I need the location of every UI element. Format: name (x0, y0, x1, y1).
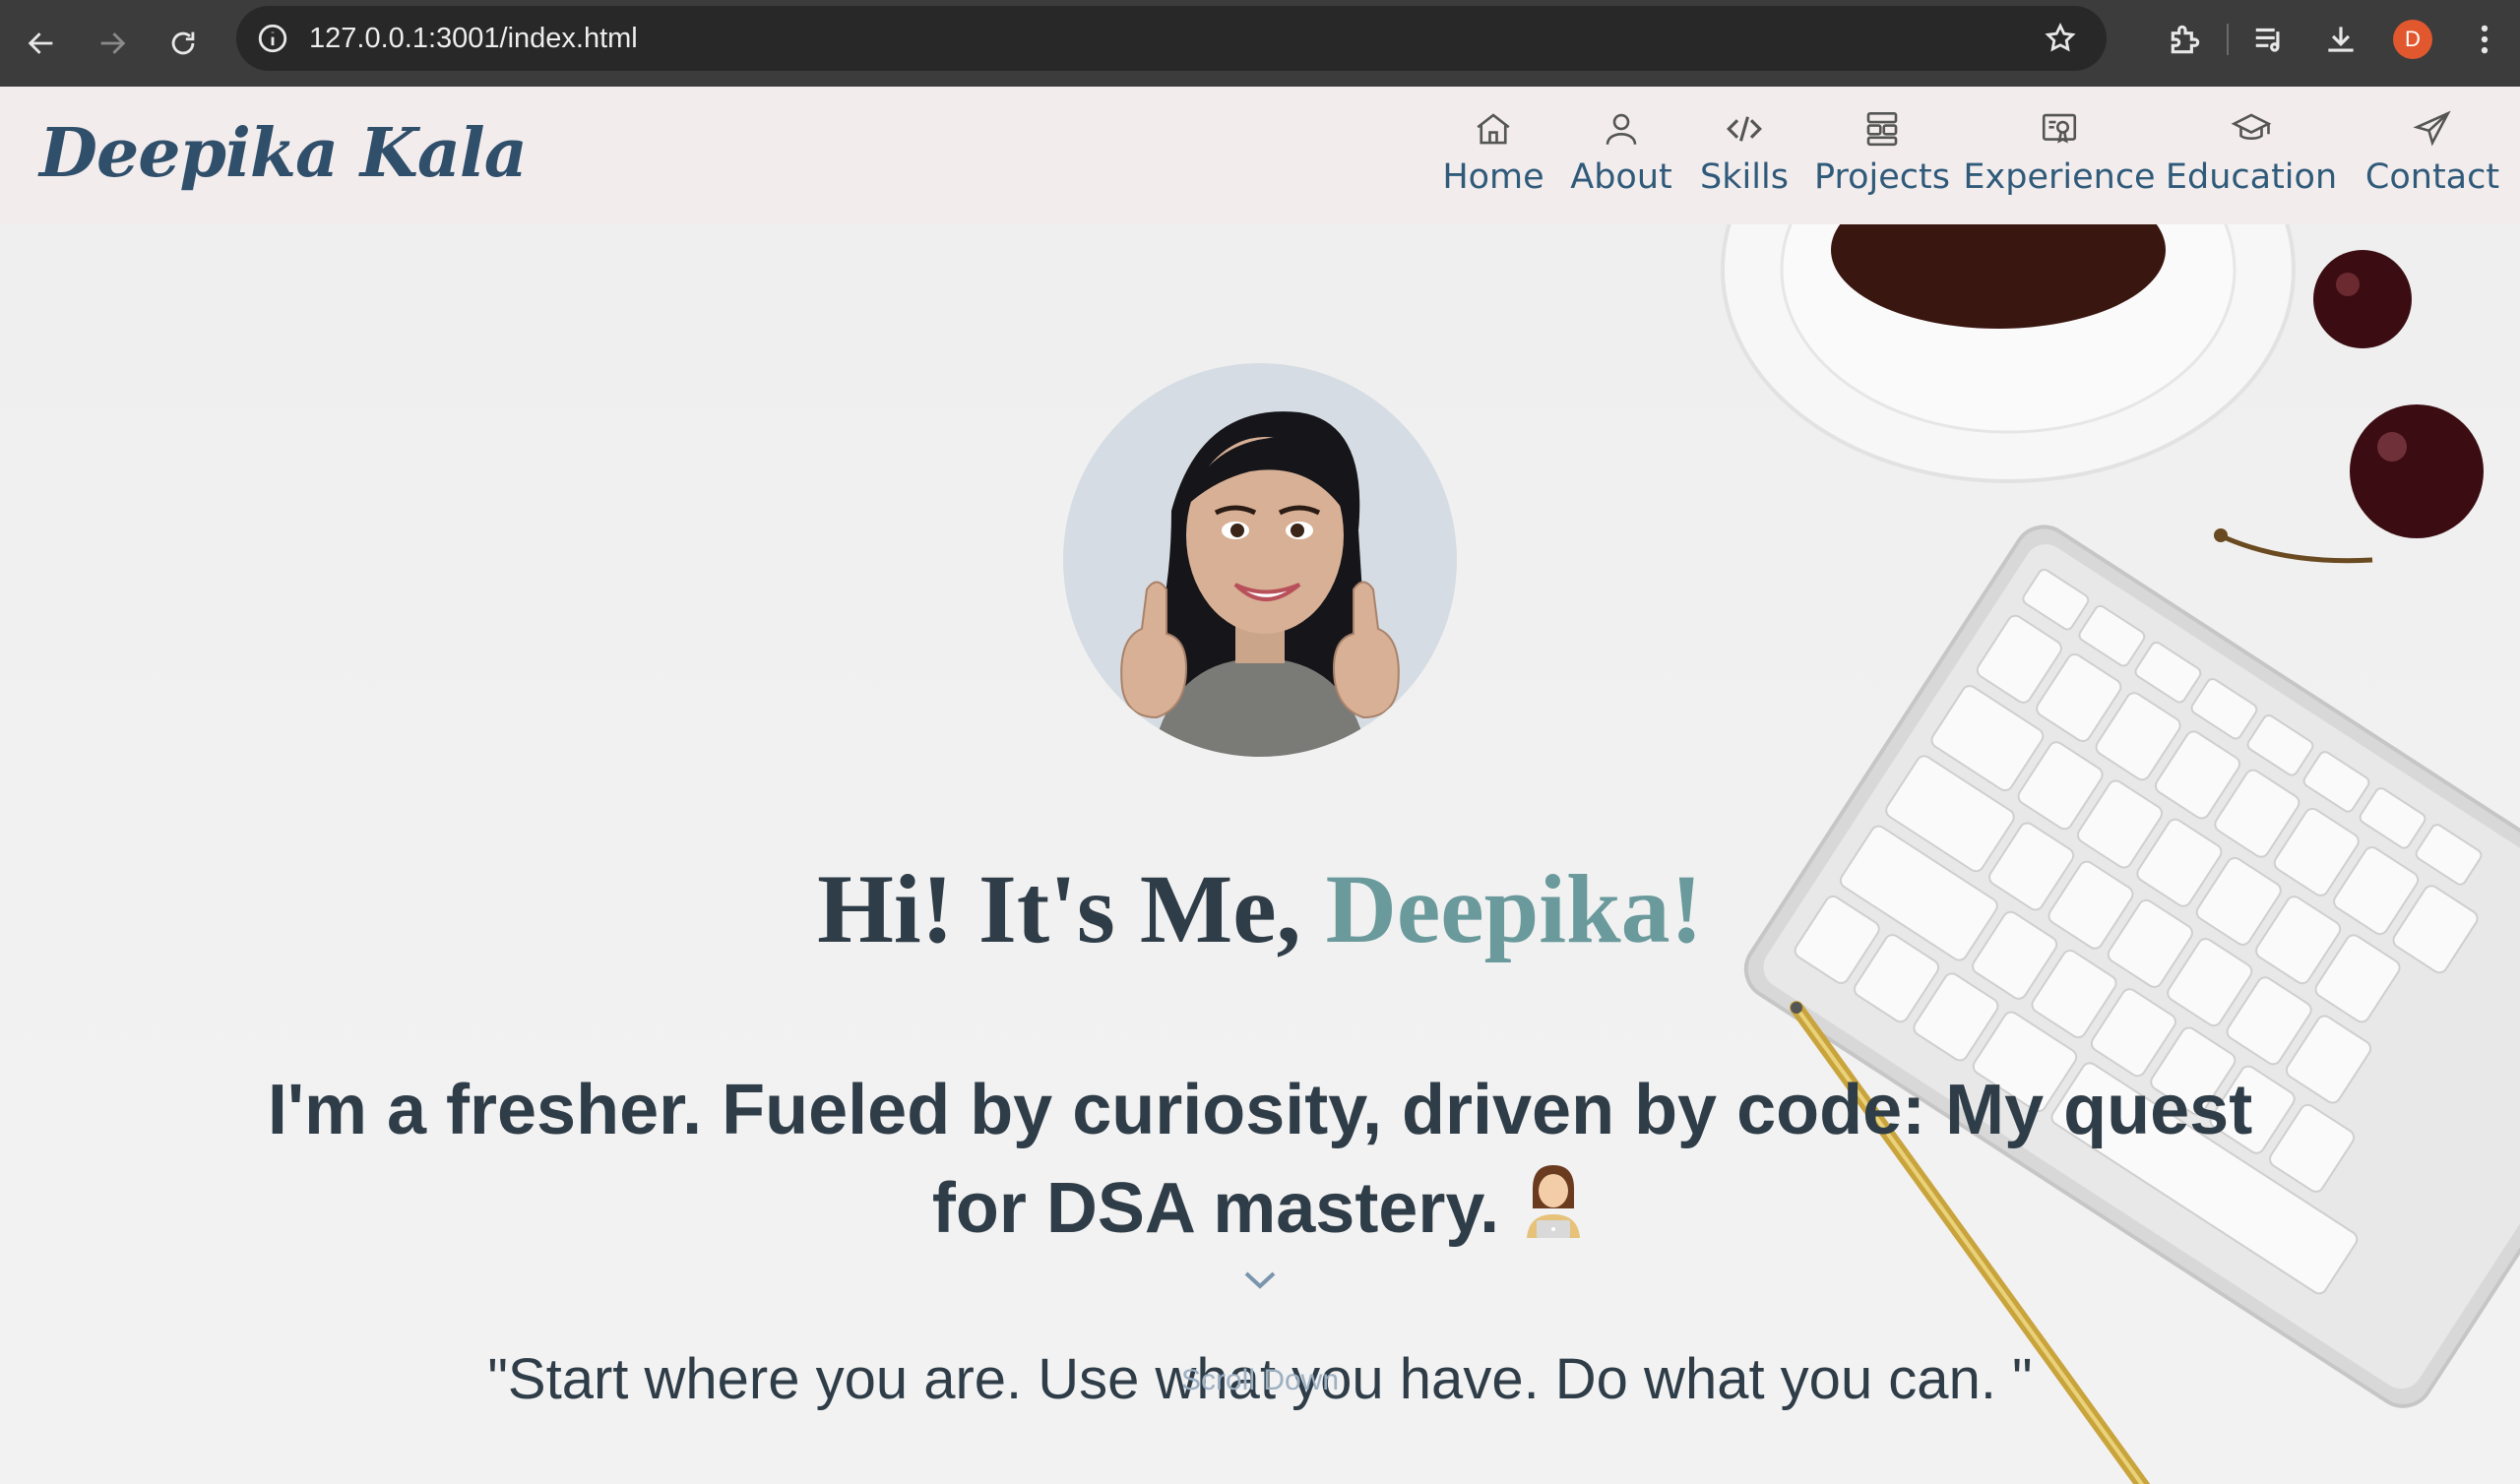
tagline-text: I'm a fresher. Fueled by curiosity, driv… (267, 1071, 2253, 1248)
hero-title: Hi! It's Me, Deepika! (0, 852, 2520, 965)
arrow-left-icon (28, 32, 53, 54)
nav-item-contact[interactable]: Contact (2345, 87, 2520, 224)
hero-title-name: Deepika! (1325, 854, 1703, 963)
browser-toolbar: 127.0.0.1:3001/index.html D (0, 0, 2520, 87)
nav-item-skills[interactable]: Skills (1685, 87, 1803, 224)
nav-label: About (1570, 157, 1672, 197)
projects-icon (1866, 111, 1898, 147)
info-icon[interactable] (256, 22, 289, 55)
back-button[interactable] (12, 14, 71, 73)
nav-item-experience[interactable]: Experience (1961, 87, 2158, 224)
paper-plane-icon (2413, 110, 2451, 147)
more-menu-icon[interactable] (2466, 21, 2503, 58)
reload-button[interactable] (154, 14, 213, 73)
nav-item-home[interactable]: Home (1429, 87, 1557, 224)
nav-item-about[interactable]: About (1557, 87, 1685, 224)
toolbar-divider (2227, 24, 2229, 55)
chevron-down-icon[interactable] (1242, 1268, 1278, 1291)
technologist-emoji-icon (1519, 1159, 1588, 1238)
certificate-icon (2042, 113, 2077, 144)
url-text[interactable]: 127.0.0.1:3001/index.html (309, 23, 638, 55)
bookmark-star-icon[interactable] (2044, 22, 2077, 55)
site-logo[interactable]: Deepika Kala (39, 114, 528, 193)
nav-label: Projects (1814, 157, 1950, 197)
code-icon (1727, 116, 1762, 142)
nav-label: Education (2165, 157, 2338, 197)
reload-icon (171, 31, 195, 55)
home-icon (1477, 113, 1510, 145)
webpage: Deepika Kala Home About Skills Projects … (0, 87, 2520, 1484)
desk-background-image (1721, 87, 2520, 1484)
nav-label: Home (1442, 157, 1544, 197)
nav-label: Contact (2364, 157, 2500, 197)
profile-avatar[interactable]: D (2393, 20, 2432, 59)
user-icon (1606, 113, 1637, 145)
nav-item-education[interactable]: Education (2158, 87, 2345, 224)
profile-avatar-image (1063, 363, 1457, 757)
forward-button[interactable] (83, 14, 142, 73)
main-nav: Home About Skills Projects Experience Ed… (1429, 87, 2520, 224)
download-icon[interactable] (2322, 21, 2360, 58)
site-header: Deepika Kala Home About Skills Projects … (0, 87, 2520, 224)
nav-item-projects[interactable]: Projects (1803, 87, 1961, 224)
address-bar[interactable]: 127.0.0.1:3001/index.html (236, 6, 2107, 71)
media-queue-icon[interactable] (2251, 21, 2289, 58)
extensions-icon[interactable] (2167, 21, 2204, 58)
nav-label: Skills (1700, 157, 1789, 197)
arrow-right-icon (100, 32, 126, 54)
hero-tagline: I'm a fresher. Fueled by curiosity, driv… (256, 1061, 2264, 1258)
scroll-down-link[interactable]: Scroll Down (0, 1364, 2520, 1397)
hero-title-prefix: Hi! It's Me, (817, 854, 1326, 963)
graduation-cap-icon (2231, 113, 2272, 140)
toolbar-right: D (2150, 0, 2520, 79)
nav-label: Experience (1963, 157, 2156, 197)
